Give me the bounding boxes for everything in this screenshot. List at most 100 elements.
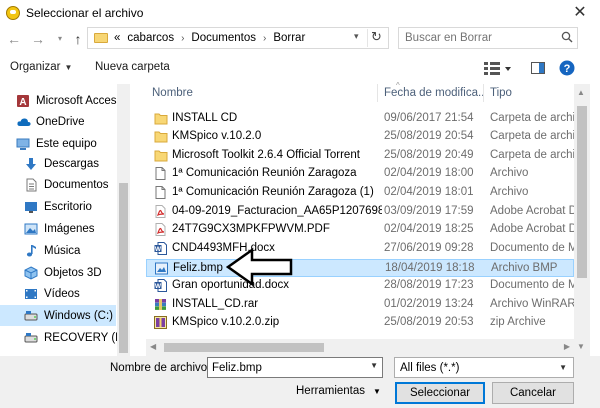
select-button[interactable]: Seleccionar (395, 382, 485, 404)
file-row[interactable]: Feliz.bmp 18/04/2019 18:18 Archivo BMP (146, 259, 574, 277)
organize-button[interactable]: Organizar ▼ (10, 61, 72, 73)
file-row[interactable]: KMSpico v.10.2.0.zip 25/08/2019 20:53 zip … (146, 314, 574, 332)
sidebar-item-label: Vídeos (44, 287, 80, 300)
file-date: 01/02/2019 13:24 (384, 298, 474, 310)
file-row[interactable]: KMSpico v.10.2.0 25/08/2019 20:54 Carpeta … (146, 128, 574, 146)
horizontal-scrollbar-thumb[interactable] (164, 343, 324, 352)
sidebar-item[interactable]: Descargas (0, 153, 116, 174)
breadcrumb-overflow[interactable]: « (114, 32, 120, 44)
pdf-icon (154, 205, 167, 218)
chevron-right-icon[interactable]: › (181, 33, 184, 44)
close-icon[interactable]: ✕ (570, 2, 590, 22)
computer-icon (16, 137, 30, 151)
sidebar-item[interactable]: Vídeos (0, 283, 116, 304)
file-name: 1ª Comunicación Reunión Zaragoza (172, 167, 357, 179)
title-bar: Seleccionar el archivo ✕ (0, 0, 600, 26)
music-icon (24, 244, 38, 258)
file-date: 03/09/2019 17:59 (384, 205, 474, 217)
file-list-scrollbar[interactable]: ▲ ▼ (574, 84, 590, 356)
sidebar-item[interactable]: OneDrive (0, 111, 116, 132)
folder-icon (154, 112, 168, 125)
sidebar-item[interactable]: RECOVERY (D:) (0, 327, 130, 348)
cube-icon (24, 265, 38, 280)
blank-file-icon (154, 167, 167, 180)
column-name[interactable]: Nombre (146, 84, 378, 102)
desktop-icon (24, 200, 38, 214)
sidebar-item[interactable]: Objetos 3D (0, 262, 116, 283)
file-row[interactable]: INSTALL_CD.rar 01/02/2019 13:24 Archivo Wi… (146, 296, 574, 314)
filename-combobox[interactable]: ▼ (207, 357, 383, 378)
file-row[interactable]: Microsoft Toolkit 2.6.4 Official Torrent… (146, 147, 574, 165)
up-arrow-icon[interactable]: ↑ (70, 30, 86, 48)
sidebar-item-label: Este equipo (36, 137, 97, 150)
scroll-up-icon[interactable]: ▲ (577, 88, 585, 97)
breadcrumb-item-cabarcos[interactable]: cabarcos (127, 32, 174, 44)
file-date: 28/08/2019 17:23 (384, 279, 474, 291)
chevron-right-icon[interactable]: › (263, 33, 266, 44)
help-icon[interactable]: ? (558, 59, 576, 77)
file-name: INSTALL CD (172, 112, 238, 124)
scroll-down-icon[interactable]: ▼ (577, 342, 585, 351)
preview-pane-icon[interactable] (530, 59, 546, 77)
search-icon[interactable] (561, 31, 573, 43)
file-row[interactable]: 24T7G9CX3MPKFPWVM.PDF 02/04/2019 18:25 Ado… (146, 221, 574, 239)
app-icon (6, 6, 20, 20)
sidebar-item[interactable]: Música (0, 240, 116, 261)
file-date: 02/04/2019 18:01 (384, 186, 474, 198)
file-type: Carpeta de archivos (490, 130, 574, 142)
file-type-select[interactable]: All files (*.*) ▼ (394, 357, 574, 378)
sidebar-item[interactable]: Documentos (0, 174, 116, 195)
file-row[interactable]: W Gran oportunidad.docx 28/08/2019 17:23 Do… (146, 277, 574, 295)
refresh-icon[interactable]: ↻ (367, 29, 385, 47)
svg-text:W: W (155, 246, 162, 253)
svg-text:W: W (155, 283, 162, 290)
sidebar-item[interactable]: Windows (C:) (0, 305, 116, 326)
column-header: ^ Nombre Fecha de modifica... Tipo (146, 81, 574, 102)
address-bar[interactable]: « cabarcos › Documentos › Borrar ▾ ↻ (87, 27, 389, 49)
drive-icon (24, 309, 38, 323)
address-dropdown-icon[interactable]: ▾ (354, 31, 364, 42)
filename-input[interactable] (212, 358, 362, 377)
horizontal-scrollbar[interactable]: ◀ ▶ (146, 339, 574, 356)
cancel-button[interactable]: Cancelar (492, 382, 574, 404)
bmp-icon (155, 262, 168, 275)
scroll-right-icon[interactable]: ▶ (564, 342, 570, 351)
column-type[interactable]: Tipo (484, 84, 574, 102)
file-name: INSTALL_CD.rar (172, 298, 259, 310)
file-name: Microsoft Toolkit 2.6.4 Official Torrent (172, 149, 360, 161)
column-date[interactable]: Fecha de modifica... (378, 84, 484, 102)
breadcrumb-item-borrar[interactable]: Borrar (273, 32, 305, 44)
search-box[interactable] (398, 27, 578, 49)
address-row: ← → ▾ ↑ « cabarcos › Documentos › Borrar… (0, 26, 600, 52)
new-folder-button[interactable]: Nueva carpeta (95, 61, 170, 73)
chevron-down-icon: ▼ (373, 387, 381, 396)
cloud-icon (16, 115, 31, 129)
file-date: 18/04/2019 18:18 (385, 262, 475, 274)
chevron-down-icon[interactable]: ▼ (370, 361, 378, 370)
scroll-left-icon[interactable]: ◀ (150, 342, 156, 351)
file-list-scrollbar-thumb[interactable] (577, 106, 587, 278)
sidebar-item[interactable]: A Microsoft Access (0, 90, 122, 111)
sidebar-item[interactable]: Este equipo (0, 133, 116, 154)
breadcrumb-item-documentos[interactable]: Documentos (191, 32, 256, 44)
navigation-scrollbar-thumb[interactable] (119, 183, 128, 353)
file-type: Archivo BMP (491, 262, 558, 274)
file-row[interactable]: W CND4493MFH.docx 27/06/2019 09:28 Document… (146, 240, 574, 258)
sidebar-item[interactable]: Imágenes (0, 218, 116, 239)
file-row[interactable]: INSTALL CD 09/06/2017 21:54 Carpeta de arc… (146, 110, 574, 128)
chevron-down-icon: ▼ (64, 63, 73, 72)
recent-locations-chevron-icon[interactable]: ▾ (52, 30, 68, 48)
file-row[interactable]: 1ª Comunicación Reunión Zaragoza 02/04/20… (146, 165, 574, 183)
folder-icon (94, 33, 108, 43)
forward-arrow-icon[interactable]: → (30, 30, 46, 48)
search-input[interactable] (405, 28, 555, 48)
file-row[interactable]: 04-09-2019_Facturacion_AA65P1207698.p...… (146, 203, 574, 221)
file-type: Archivo WinRAR (490, 298, 574, 310)
back-arrow-icon[interactable]: ← (6, 30, 22, 48)
tools-button[interactable]: Herramientas ▼ (296, 385, 381, 397)
view-options-icon[interactable] (482, 59, 514, 77)
sidebar-item[interactable]: Escritorio (0, 196, 116, 217)
sidebar-item-label: Microsoft Access (36, 94, 123, 107)
file-row[interactable]: 1ª Comunicación Reunión Zaragoza (1) 02/0… (146, 184, 574, 202)
navigation-pane: A Microsoft Access OneDrive Este equipo Desc… (0, 84, 132, 356)
